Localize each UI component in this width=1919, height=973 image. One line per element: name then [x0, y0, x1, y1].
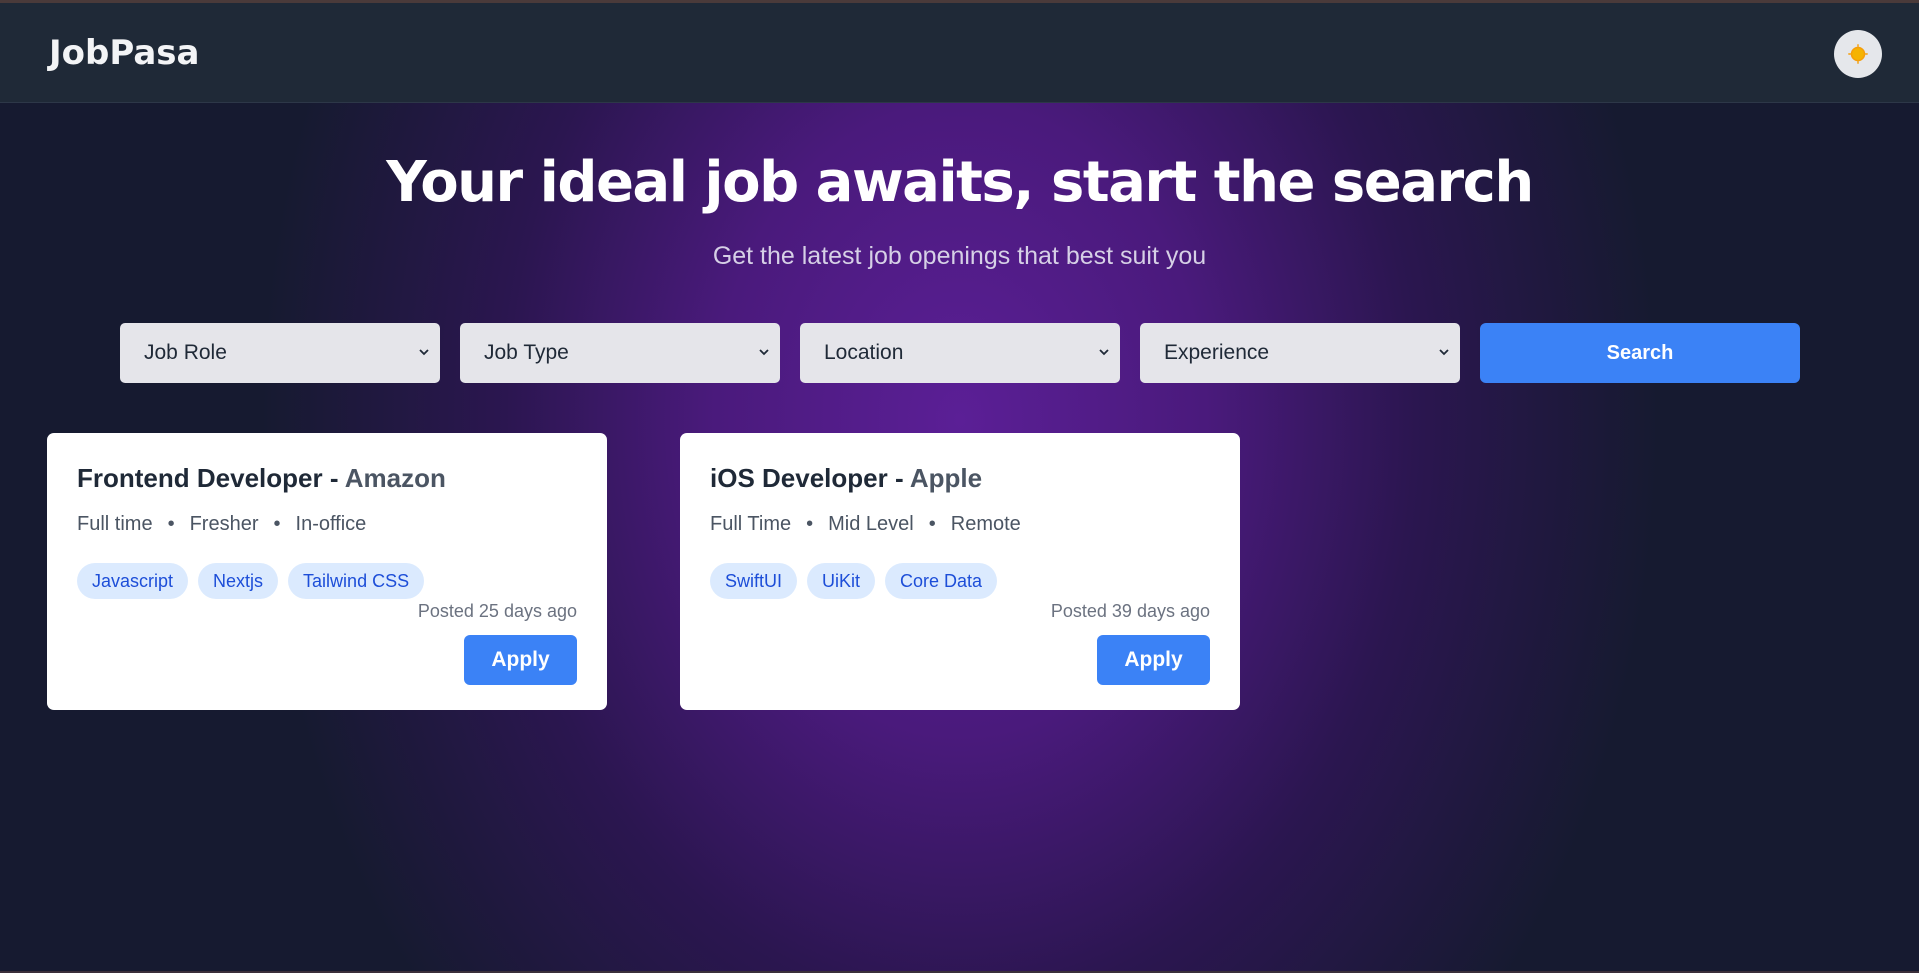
chevron-down-icon: [1439, 349, 1449, 356]
skill-tag[interactable]: Tailwind CSS: [288, 563, 425, 599]
experience-select-label: Experience: [1164, 341, 1270, 364]
skill-tag[interactable]: UiKit: [807, 563, 876, 599]
work-mode: Remote: [950, 513, 1021, 535]
experience-select[interactable]: Experience: [1140, 323, 1460, 383]
experience-level: Fresher: [189, 513, 259, 535]
company-name: Apple: [909, 463, 983, 493]
job-role: Frontend Developer: [77, 463, 323, 493]
job-title: Frontend Developer - Amazon: [77, 463, 446, 494]
skill-tag[interactable]: Core Data: [885, 563, 998, 599]
job-role: iOS Developer: [710, 463, 888, 493]
meta-separator: •: [167, 513, 175, 535]
posted-date: Posted 25 days ago: [417, 601, 577, 621]
work-mode: In-office: [295, 513, 367, 535]
company-name: Amazon: [344, 463, 446, 493]
location-select[interactable]: Location: [800, 323, 1120, 383]
chevron-down-icon: [419, 349, 429, 356]
job-type-select-label: Job Type: [484, 341, 569, 364]
search-button[interactable]: Search: [1480, 323, 1800, 383]
meta-separator: •: [273, 513, 281, 535]
title-separator: -: [322, 463, 345, 493]
theme-toggle-button[interactable]: [1834, 30, 1882, 78]
meta-separator: •: [806, 513, 814, 535]
hero-title: Your ideal job awaits, start the search: [386, 150, 1534, 215]
brand-logo[interactable]: JobPasa: [49, 33, 199, 73]
job-meta: Full time • Fresher • In-office: [77, 513, 366, 536]
job-role-select[interactable]: Job Role: [120, 323, 440, 383]
apply-button[interactable]: Apply: [1097, 635, 1210, 685]
skill-tag[interactable]: SwiftUI: [710, 563, 798, 599]
navbar: JobPasa: [0, 3, 1919, 103]
location-select-label: Location: [824, 341, 904, 364]
skill-tags: Javascript Nextjs Tailwind CSS: [77, 563, 425, 599]
job-type: Full time: [77, 513, 153, 535]
title-separator: -: [887, 463, 910, 493]
experience-level: Mid Level: [828, 513, 914, 535]
job-card: Frontend Developer - Amazon Full time • Fr…: [47, 433, 607, 710]
meta-separator: •: [928, 513, 936, 535]
hero-subtitle: Get the latest job openings that best su…: [712, 242, 1207, 270]
skill-tag[interactable]: Javascript: [77, 563, 189, 599]
posted-date: Posted 39 days ago: [1050, 601, 1210, 621]
job-type: Full Time: [710, 513, 792, 535]
chevron-down-icon: [759, 349, 769, 356]
job-meta: Full Time • Mid Level • Remote: [710, 513, 1021, 536]
job-card: iOS Developer - Apple Full Time • Mid Leve…: [680, 433, 1240, 710]
skill-tag[interactable]: Nextjs: [198, 563, 279, 599]
skill-tags: SwiftUI UiKit Core Data: [710, 563, 998, 599]
job-title: iOS Developer - Apple: [710, 463, 982, 494]
apply-button[interactable]: Apply: [464, 635, 577, 685]
job-role-select-label: Job Role: [144, 341, 227, 364]
job-type-select[interactable]: Job Type: [460, 323, 780, 383]
sun-icon: [1848, 44, 1868, 64]
chevron-down-icon: [1099, 349, 1109, 356]
